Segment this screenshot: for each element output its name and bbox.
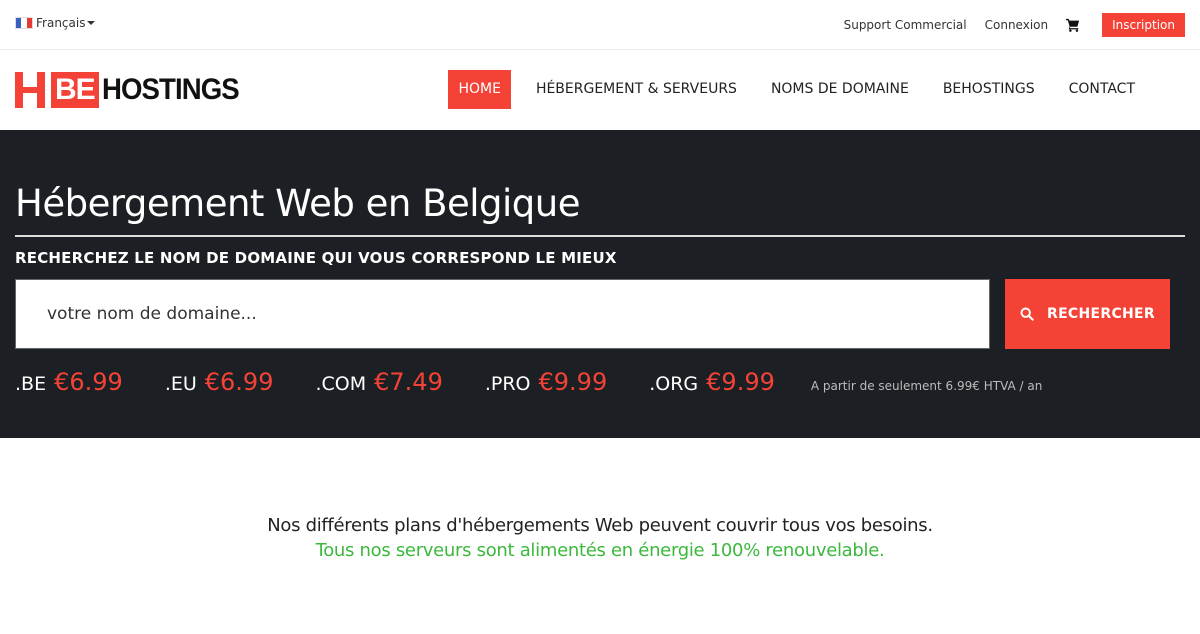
- price-amount: €6.99: [204, 368, 274, 396]
- inscription-button[interactable]: Inscription: [1102, 13, 1185, 37]
- language-selector[interactable]: Français: [15, 16, 96, 30]
- price-item: .BE €6.99: [15, 368, 123, 396]
- caret-down-icon: [87, 21, 96, 25]
- price-tld: .BE: [15, 373, 47, 395]
- price-tld: .COM: [315, 373, 367, 395]
- top-links: Support Commercial Connexion Inscription: [844, 13, 1185, 37]
- hero-title: Hébergement Web en Belgique: [15, 182, 580, 225]
- logo-h-mark-icon: [15, 72, 45, 108]
- connexion-link[interactable]: Connexion: [985, 18, 1049, 32]
- hero-divider: [15, 235, 1185, 237]
- language-label: Français: [36, 16, 86, 30]
- price-note: A partir de seulement 6.99€ HTVA / an: [810, 379, 1043, 393]
- search-button-label: RECHERCHER: [1046, 306, 1155, 322]
- price-amount: €9.99: [538, 368, 608, 396]
- intro-line-1: Nos différents plans d'hébergements Web …: [267, 515, 933, 536]
- price-item: .EU €6.99: [165, 368, 274, 396]
- shopping-cart-icon[interactable]: [1066, 18, 1080, 32]
- french-flag-icon: [15, 17, 33, 29]
- logo-text: HOSTINGS: [101, 73, 240, 106]
- top-bar: Français Support Commercial Connexion In…: [0, 0, 1200, 50]
- domain-prices: .BE €6.99 .EU €6.99 .COM €7.49 .PRO €9.9…: [15, 368, 1042, 396]
- domain-search-input[interactable]: [16, 280, 989, 348]
- price-item: .ORG €9.99: [649, 368, 775, 396]
- nav-item-noms-de-domaine[interactable]: NOMS DE DOMAINE: [754, 70, 926, 109]
- domain-search-box: [15, 279, 990, 349]
- nav-item-home[interactable]: HOME: [448, 70, 511, 109]
- hero-subtitle: RECHERCHEZ LE NOM DE DOMAINE QUI VOUS CO…: [15, 249, 617, 267]
- price-amount: €6.99: [54, 368, 123, 396]
- price-tld: .PRO: [484, 373, 531, 395]
- nav-item-hebergement-serveurs[interactable]: HÉBERGEMENT & SERVEURS: [519, 70, 754, 109]
- search-icon: [1020, 307, 1034, 321]
- main-nav: HOME HÉBERGEMENT & SERVEURS NOMS DE DOMA…: [448, 70, 1152, 109]
- price-amount: €9.99: [706, 368, 775, 396]
- price-amount: €7.49: [374, 368, 443, 396]
- search-button[interactable]: RECHERCHER: [1005, 279, 1170, 349]
- behostings-logo[interactable]: BE HOSTINGS: [15, 72, 250, 108]
- price-item: .COM €7.49: [315, 368, 442, 396]
- price-item: .PRO €9.99: [485, 368, 607, 396]
- intro-section: Nos différents plans d'hébergements Web …: [0, 515, 1200, 561]
- price-tld: .EU: [164, 373, 197, 395]
- intro-line-2: Tous nos serveurs sont alimentés en éner…: [315, 540, 885, 561]
- support-commercial-link[interactable]: Support Commercial: [844, 18, 967, 32]
- main-header: BE HOSTINGS HOME HÉBERGEMENT & SERVEURS …: [0, 50, 1200, 130]
- nav-item-contact[interactable]: CONTACT: [1052, 70, 1152, 109]
- logo-be: BE: [51, 72, 99, 108]
- nav-item-behostings[interactable]: BEHOSTINGS: [926, 70, 1052, 109]
- price-tld: .ORG: [649, 373, 699, 395]
- hero-section: Hébergement Web en Belgique RECHERCHEZ L…: [0, 130, 1200, 438]
